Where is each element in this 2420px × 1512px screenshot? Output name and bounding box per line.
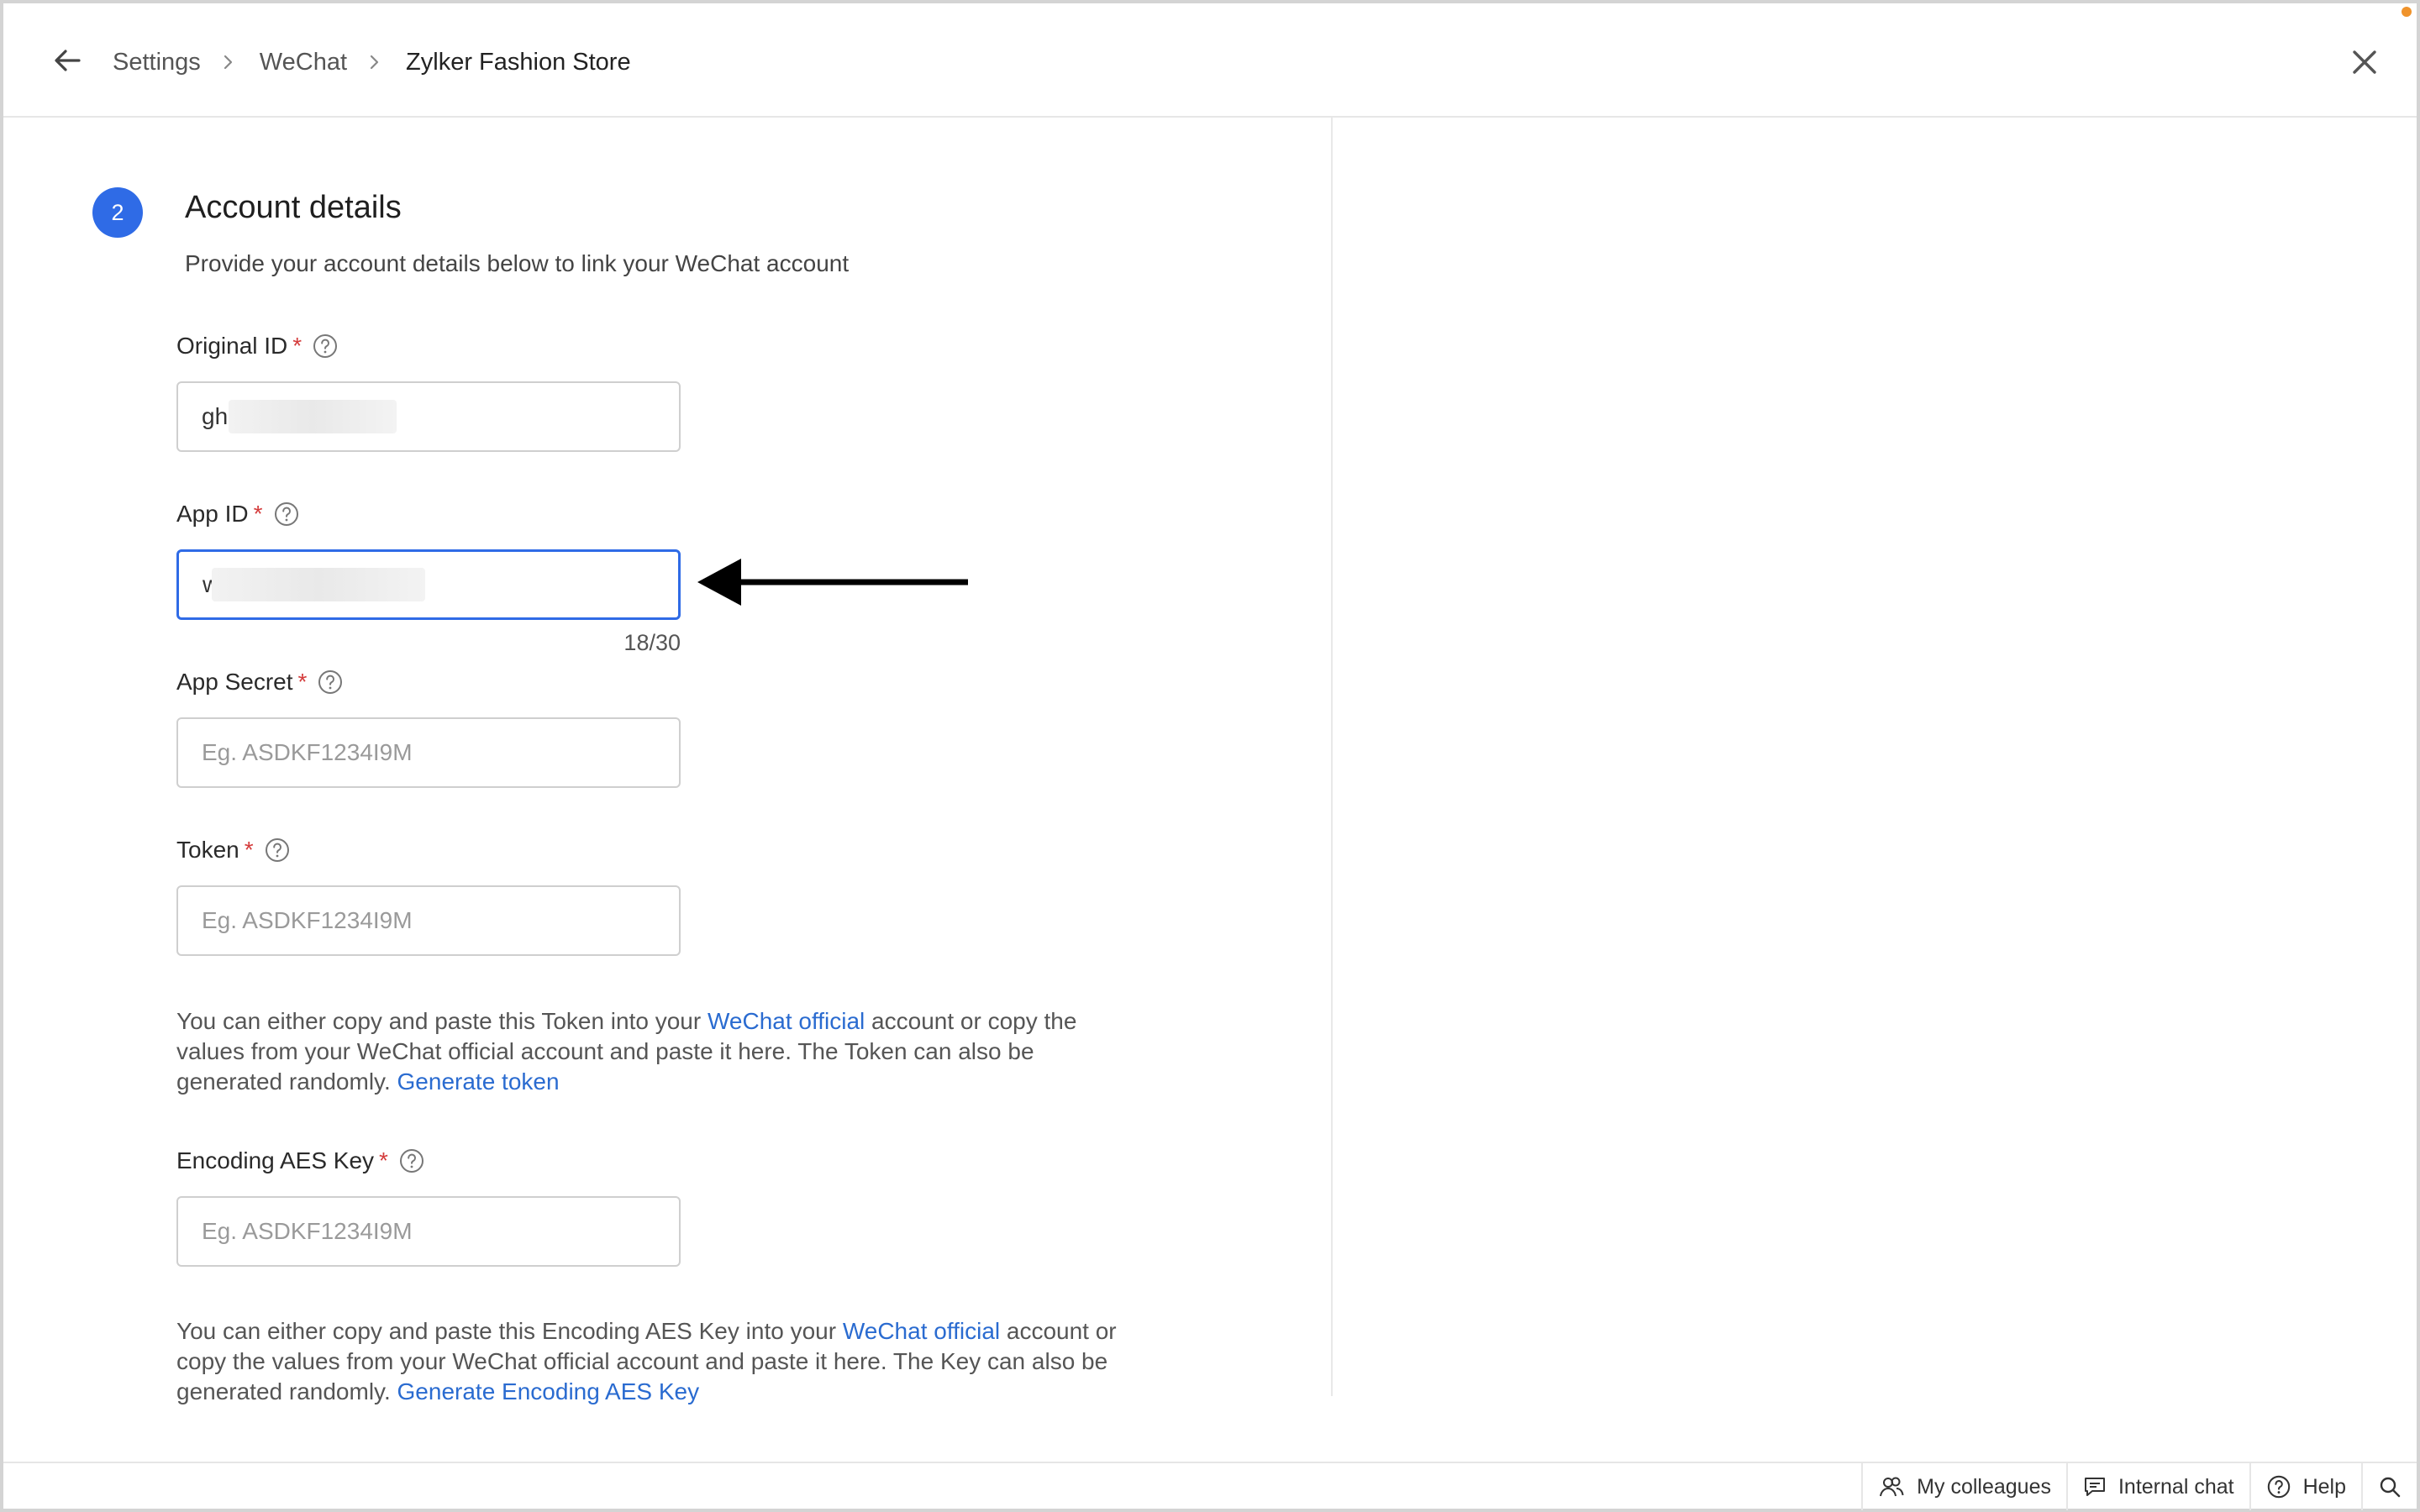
app-id-label-text: App ID [176, 501, 249, 527]
wechat-official-link[interactable]: WeChat official [843, 1318, 1000, 1344]
app-id-label: App ID * [176, 501, 300, 528]
help-button[interactable]: Help [2249, 1463, 2361, 1510]
question-circle-icon[interactable] [398, 1147, 425, 1174]
token-label-text: Token [176, 837, 239, 863]
chat-icon [2084, 1478, 2105, 1496]
top-bar: Settings WeChat Zylker Fashion Store [3, 3, 2417, 118]
encoding-aes-key-field[interactable] [176, 1196, 681, 1267]
people-icon [1880, 1477, 1904, 1497]
panel-divider [1331, 118, 1333, 1396]
my-colleagues-button[interactable]: My colleagues [1861, 1463, 2066, 1510]
annotation-arrow-icon [697, 559, 968, 606]
breadcrumb-current-store: Zylker Fashion Store [406, 48, 631, 76]
character-counter: 18/30 [623, 630, 681, 655]
aes-help-part1: You can either copy and paste this Encod… [176, 1318, 843, 1344]
help-label: Help [2302, 1474, 2346, 1499]
section-subtitle: Provide your account details below to li… [185, 250, 850, 276]
question-circle-icon[interactable] [264, 837, 291, 864]
original-id-label-text: Original ID [176, 333, 288, 359]
internal-chat-label: Internal chat [2118, 1474, 2234, 1499]
question-circle-icon[interactable] [317, 669, 344, 696]
my-colleagues-label: My colleagues [1917, 1474, 2051, 1499]
arrow-left-icon[interactable] [50, 44, 84, 77]
close-icon[interactable] [2349, 47, 2380, 77]
generate-token-link[interactable]: Generate token [397, 1068, 560, 1095]
aes-help-text: You can either copy and paste this Encod… [176, 1316, 1143, 1407]
breadcrumb-wechat[interactable]: WeChat [260, 49, 347, 76]
chevron-right-icon [370, 55, 379, 70]
search-button[interactable] [2361, 1463, 2417, 1510]
question-circle-icon[interactable] [312, 333, 339, 360]
encoding-aes-key-label: Encoding AES Key * [176, 1147, 425, 1174]
wechat-official-link[interactable]: WeChat official [708, 1008, 865, 1034]
required-mark: * [253, 501, 263, 527]
token-help-text: You can either copy and paste this Token… [176, 1006, 1143, 1097]
required-mark: * [244, 837, 254, 863]
original-id-label: Original ID * [176, 333, 339, 360]
app-secret-label: App Secret * [176, 669, 344, 696]
required-mark: * [379, 1147, 388, 1173]
search-icon [2380, 1477, 2401, 1498]
question-circle-icon [2267, 1475, 2290, 1499]
status-dot [2402, 7, 2412, 17]
token-help-part1: You can either copy and paste this Token… [176, 1008, 708, 1034]
breadcrumb-settings[interactable]: Settings [113, 49, 201, 76]
token-label: Token * [176, 837, 291, 864]
step-badge: 2 [92, 187, 143, 238]
chevron-right-icon [224, 55, 232, 70]
app-secret-field[interactable] [176, 717, 681, 788]
generate-aes-key-link[interactable]: Generate Encoding AES Key [397, 1378, 700, 1404]
encoding-aes-key-label-text: Encoding AES Key [176, 1147, 375, 1173]
masked-value [212, 568, 425, 601]
required-mark: * [297, 669, 308, 695]
section-title: Account details [185, 190, 402, 225]
masked-value [229, 400, 397, 433]
token-field[interactable] [176, 885, 681, 956]
internal-chat-button[interactable]: Internal chat [2065, 1463, 2249, 1510]
breadcrumb: Settings WeChat Zylker Fashion Store [113, 44, 631, 81]
required-mark: * [292, 333, 302, 359]
footer-bar: My colleagues Internal chat Help [3, 1462, 2417, 1510]
app-secret-label-text: App Secret [176, 669, 293, 695]
question-circle-icon[interactable] [273, 501, 300, 528]
